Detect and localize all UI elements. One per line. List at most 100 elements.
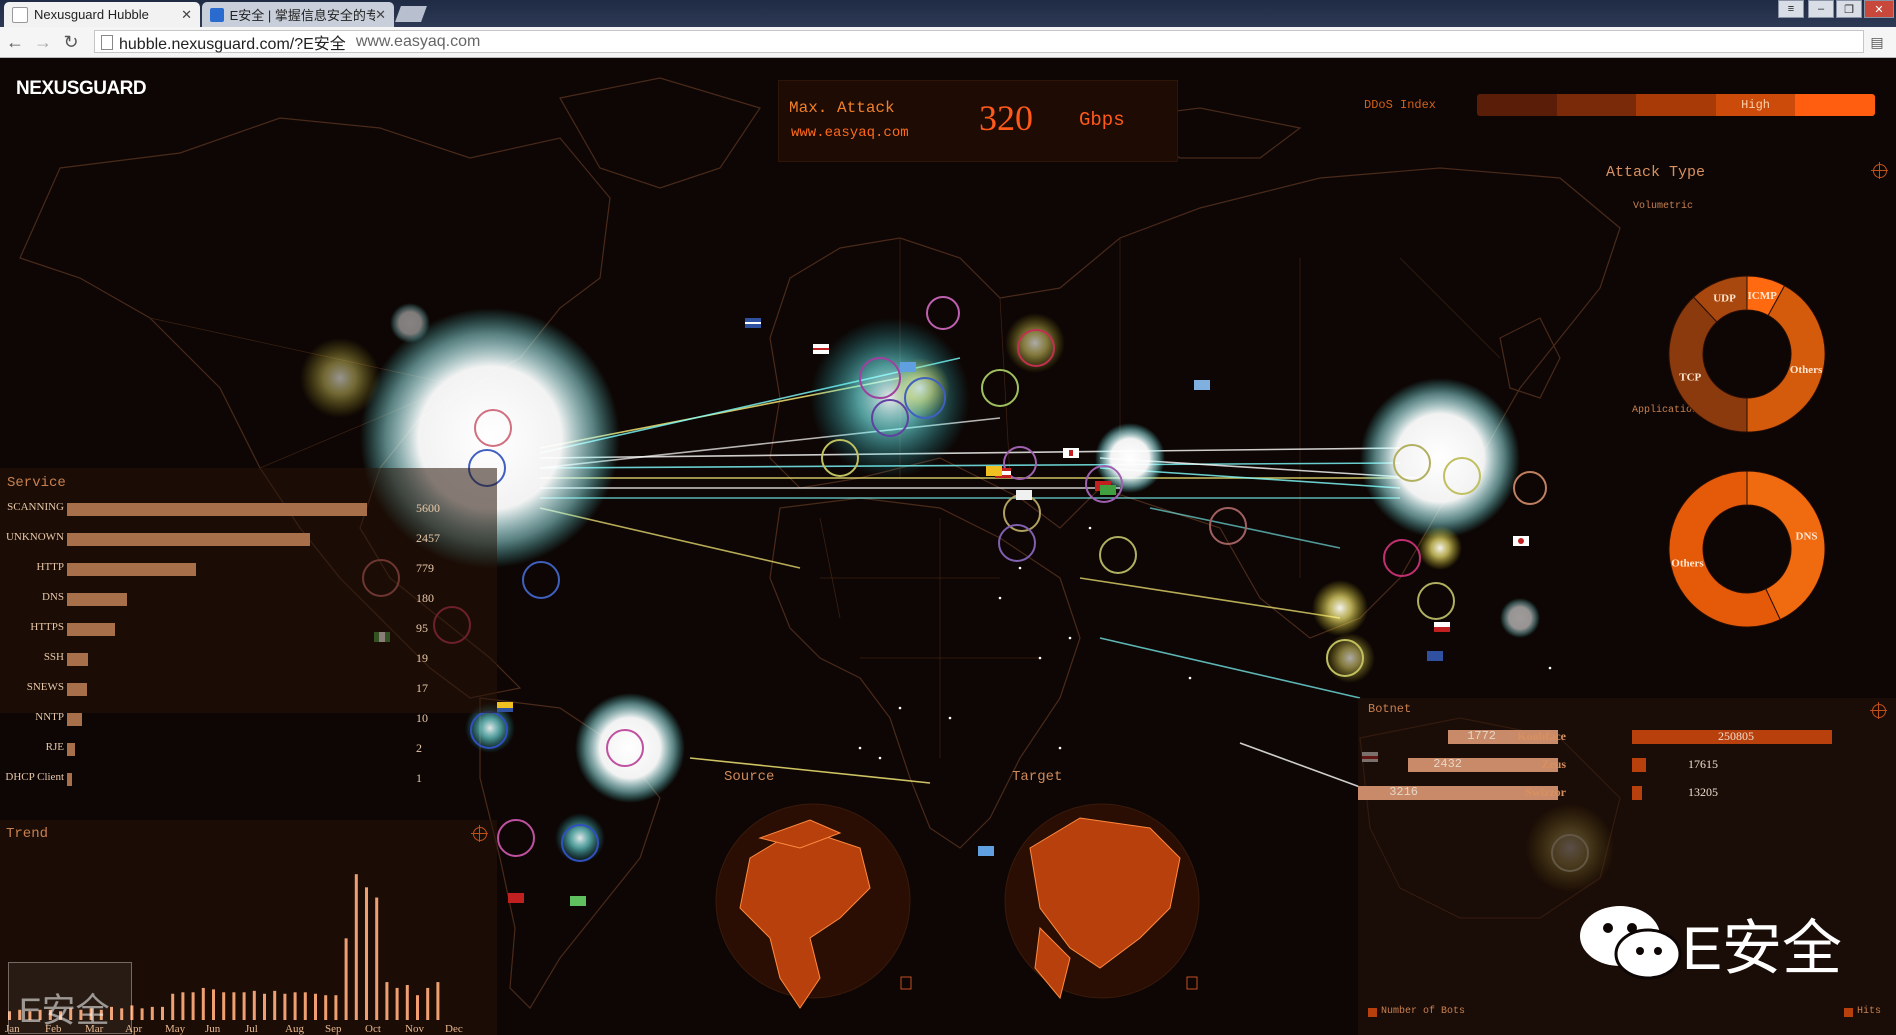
dashboard: NEXUSGUARD Max. Attack www.easyaq.com 32…: [0, 58, 1896, 1035]
source-label: Source: [724, 769, 775, 785]
botnet-row: 3216 Swizzor 13205: [1358, 782, 1896, 804]
application-title: Application: [1632, 405, 1699, 416]
close-window-button[interactable]: ✕: [1864, 0, 1894, 18]
service-name: UNKNOWN: [5, 531, 64, 543]
service-row: DNS 180: [0, 589, 497, 609]
trend-bar: [314, 993, 317, 1020]
botnet-row: 2432 Zeus 17615: [1358, 754, 1896, 776]
bots-count: 3216: [1389, 785, 1418, 799]
service-value: 10: [416, 711, 428, 725]
hits-bar: [1632, 758, 1646, 772]
url-input[interactable]: hubble.nexusguard.com/?E安全 www.easyaq.co…: [94, 30, 1864, 53]
service-bar: [67, 773, 72, 786]
service-value: 180: [416, 591, 434, 605]
trend-bar: [283, 993, 287, 1020]
target-label: Target: [1012, 769, 1063, 785]
tab-nexusguard-hubble[interactable]: Nexusguard Hubble ✕: [4, 2, 200, 27]
service-bar: [67, 563, 196, 576]
restore-button[interactable]: ❐: [1836, 0, 1862, 18]
trend-bar: [365, 887, 368, 1020]
service-bar: [67, 683, 87, 696]
service-name: SNEWS: [26, 681, 64, 693]
bookmark-icon[interactable]: ▤: [1866, 31, 1888, 53]
service-name: SCANNING: [7, 501, 64, 513]
trend-bar: [171, 993, 175, 1020]
close-tab-icon[interactable]: ✕: [181, 7, 192, 23]
botnet-title: Botnet: [1368, 702, 1412, 716]
service-row: UNKNOWN 2457: [0, 529, 497, 549]
trend-bar: [344, 938, 348, 1020]
ddos-index-label: DDoS Index: [1364, 98, 1437, 112]
tab-title: Nexusguard Hubble: [34, 7, 149, 22]
botnet-name: Zeus: [1541, 757, 1566, 771]
page-icon: [101, 35, 113, 50]
trend-month-label: Dec: [445, 1023, 463, 1035]
botnet-crosshair-icon[interactable]: [1870, 702, 1887, 719]
reload-icon[interactable]: ↻: [60, 31, 82, 53]
trend-bar: [232, 992, 236, 1020]
service-row: RJE 2: [0, 739, 497, 759]
address-bar: ← → ↻ hubble.nexusguard.com/?E安全 www.eas…: [0, 27, 1896, 58]
trend-bar: [150, 1006, 154, 1020]
back-arrow-icon[interactable]: ←: [4, 31, 26, 53]
service-value: 1: [416, 771, 422, 785]
service-name: RJE: [45, 741, 64, 753]
hits-value: 250805: [1718, 729, 1754, 743]
max-attack-value: 320: [979, 98, 1033, 138]
new-tab-button[interactable]: [395, 6, 427, 22]
service-value: 2: [416, 741, 422, 755]
bots-legend-label: Number of Bots: [1381, 1006, 1466, 1017]
service-name: DNS: [41, 591, 64, 603]
bots-legend-swatch: [1368, 1008, 1377, 1017]
attack-type-crosshair-icon[interactable]: [1871, 162, 1888, 179]
ddos-segment: [1795, 94, 1875, 116]
wechat-watermark-text: E安全: [1682, 915, 1843, 982]
forward-arrow-icon[interactable]: →: [32, 31, 54, 53]
service-value: 2457: [416, 531, 440, 545]
trend-month-label: Sep: [325, 1023, 342, 1035]
ddos-segment: [1556, 94, 1637, 116]
url-extra-text: www.easyaq.com: [355, 32, 481, 50]
e-favicon-icon: [210, 7, 224, 22]
trend-bar: [212, 989, 215, 1020]
volumetric-title: Volumetric: [1633, 201, 1694, 212]
service-bar: [67, 593, 127, 606]
service-name: HTTPS: [30, 621, 64, 633]
service-name: DHCP Client: [5, 771, 64, 783]
trend-bar: [242, 992, 246, 1020]
trend-bar: [191, 992, 195, 1020]
user-menu-button[interactable]: ≡: [1778, 0, 1804, 18]
trend-month-label: Oct: [365, 1023, 381, 1035]
trend-bar: [324, 995, 328, 1020]
trend-bar: [395, 987, 399, 1020]
max-attack-label: Max. Attack: [789, 99, 895, 117]
url-text: hubble.nexusguard.com/?E安全: [119, 35, 346, 53]
service-row: HTTP 779: [0, 559, 497, 579]
botnet-row: 1772 Koobface 250805: [1358, 726, 1896, 748]
service-bar: [67, 653, 88, 666]
nexusguard-logo: NEXUSGUARD: [16, 78, 147, 99]
trend-bar: [181, 992, 185, 1020]
trend-bar: [385, 982, 389, 1020]
bots-count: 2432: [1433, 757, 1462, 771]
service-name: NNTP: [35, 711, 64, 723]
trend-bar: [293, 992, 297, 1020]
service-title: Service: [7, 475, 66, 491]
trend-bar: [201, 987, 205, 1020]
ddos-segment: [1477, 94, 1557, 116]
service-name: HTTP: [36, 561, 65, 573]
trend-bar: [375, 897, 379, 1020]
close-tab-icon[interactable]: ✕: [375, 7, 386, 23]
service-value: 19: [416, 651, 428, 665]
bots-count: 1772: [1467, 729, 1496, 743]
service-row: NNTP 10: [0, 709, 497, 729]
service-row: HTTPS 95: [0, 619, 497, 639]
max-attack-site: www.easyaq.com: [791, 125, 909, 141]
minimize-button[interactable]: –: [1808, 0, 1834, 18]
trend-bar: [354, 874, 358, 1020]
trend-bar: [222, 992, 226, 1020]
tab-easyaq[interactable]: E安全 | 掌握信息安全的专 ✕: [202, 2, 394, 27]
service-bar: [67, 623, 115, 636]
hits-value: 17615: [1688, 757, 1718, 771]
hits-legend-swatch: [1844, 1008, 1853, 1017]
